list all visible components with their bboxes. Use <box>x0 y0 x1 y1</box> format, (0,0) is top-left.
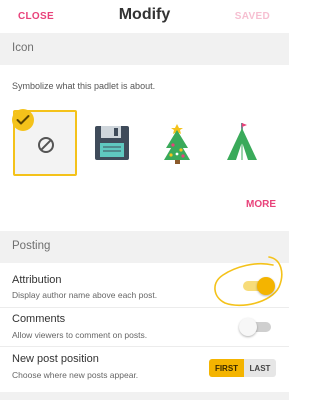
saved-button[interactable]: SAVED <box>235 11 270 22</box>
tent-icon <box>227 123 257 160</box>
toggle-knob <box>257 277 275 295</box>
selected-check-icon <box>12 109 34 131</box>
app-header: CLOSE Modify SAVED <box>0 0 289 33</box>
bottom-section-band <box>0 392 289 400</box>
position-last-button[interactable]: LAST <box>244 359 276 377</box>
row-divider <box>0 346 289 347</box>
posting-section-title: Posting <box>12 240 51 252</box>
attribution-subtitle: Display author name above each post. <box>12 290 158 300</box>
icon-option-tent[interactable] <box>226 110 290 174</box>
floppy-disk-icon <box>95 126 129 160</box>
more-icons-button[interactable]: MORE <box>246 199 276 210</box>
new-post-position-selector: FIRST LAST <box>209 359 276 377</box>
comments-toggle[interactable] <box>239 318 273 336</box>
new-post-position-subtitle: Choose where new posts appear. <box>12 370 139 380</box>
icon-description: Symbolize what this padlet is about. <box>12 81 156 91</box>
no-symbol-icon <box>38 137 54 153</box>
christmas-tree-icon <box>164 124 190 164</box>
icon-option-floppy[interactable] <box>93 110 157 174</box>
icon-section-title: Icon <box>12 42 34 54</box>
new-post-position-title: New post position <box>12 353 99 365</box>
comments-subtitle: Allow viewers to comment on posts. <box>12 330 148 340</box>
attribution-toggle[interactable] <box>241 277 275 295</box>
icon-option-none[interactable] <box>12 109 77 176</box>
row-divider <box>0 307 289 308</box>
comments-title: Comments <box>12 313 66 325</box>
attribution-title: Attribution <box>12 274 62 286</box>
icon-section-header: Icon <box>0 33 289 65</box>
position-first-button[interactable]: FIRST <box>209 359 244 377</box>
toggle-knob <box>239 318 257 336</box>
icon-option-christmas-tree[interactable] <box>160 110 224 174</box>
